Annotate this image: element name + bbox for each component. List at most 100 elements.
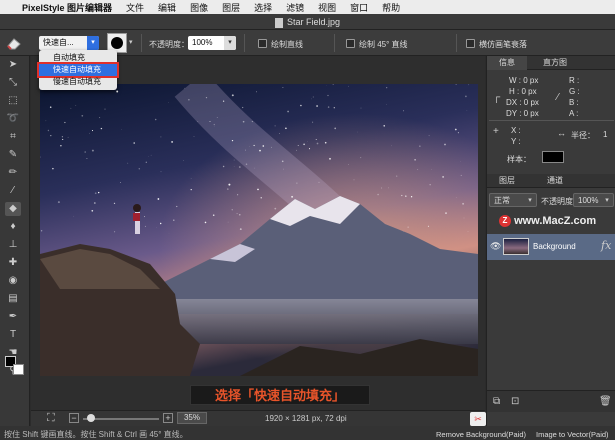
- layers-footer: ⧉ ⊡ 🗑: [487, 390, 615, 412]
- remove-background-icon[interactable]: ✂: [470, 412, 486, 426]
- redeye-tool-icon[interactable]: ◉: [5, 274, 21, 288]
- remove-background-button[interactable]: Remove Background(Paid): [436, 430, 526, 439]
- opacity-value: 100%: [192, 38, 213, 47]
- brush-menu-arrow-icon[interactable]: ▾: [129, 38, 133, 46]
- menu-view[interactable]: 视图: [318, 1, 336, 14]
- info-width: W : 0 px: [509, 76, 539, 85]
- shortcut-hint: 按住 Shift 键画直线。按住 Shift & Ctrl 画 45° 直线。: [4, 430, 188, 439]
- move-tool-icon[interactable]: ➤: [5, 58, 21, 72]
- zoom-out-icon[interactable]: −: [69, 413, 79, 423]
- lasso-tool-icon[interactable]: ➰: [5, 112, 21, 126]
- menu-edit[interactable]: 编辑: [158, 1, 176, 14]
- zoom-slider-knob[interactable]: [87, 414, 95, 422]
- pencil-tool-icon[interactable]: ✏: [5, 166, 21, 180]
- separator: [334, 34, 335, 52]
- divider: [489, 120, 614, 121]
- radius-arrow-icon: ↔: [557, 128, 566, 138]
- gradient-tool-icon[interactable]: ▤: [5, 292, 21, 306]
- info-r: R :: [569, 76, 580, 85]
- menu-file[interactable]: 文件: [126, 1, 144, 14]
- text-tool-icon[interactable]: T: [5, 328, 21, 342]
- chevron-down-icon: ▾: [224, 36, 236, 50]
- draw-line-label: 绘制直线: [271, 40, 303, 49]
- chevron-down-icon: ▾: [528, 197, 532, 204]
- trash-icon[interactable]: 🗑: [599, 396, 612, 407]
- blend-mode-dropdown[interactable]: 正常 ▾: [489, 193, 537, 207]
- fill-menu-item-auto[interactable]: 自动填充: [39, 52, 117, 64]
- pen-tool-icon[interactable]: ✒: [5, 310, 21, 324]
- new-layer-icon[interactable]: ⧉: [493, 396, 500, 407]
- info-b: B :: [569, 98, 579, 107]
- stamp-tool-icon[interactable]: ⊥: [5, 238, 21, 252]
- info-dy: DY : 0 px: [506, 109, 539, 118]
- tab-histogram[interactable]: 直方图: [533, 56, 577, 70]
- separator: [244, 34, 245, 52]
- zoom-value[interactable]: 35%: [177, 412, 207, 424]
- document-icon: [274, 17, 283, 28]
- tab-channels[interactable]: 通道: [533, 174, 577, 188]
- sample-label: 样本：: [507, 155, 531, 164]
- tilt-label: 横仿画笔衰落: [479, 40, 527, 49]
- layer-row-background[interactable]: 👁 Background fx: [487, 234, 615, 260]
- eyedropper-icon: ⁄: [557, 92, 559, 103]
- draw-45-checkbox[interactable]: [346, 39, 355, 48]
- rect-select-tool-icon[interactable]: ⬚: [5, 94, 21, 108]
- radius-label: 半径：: [571, 131, 595, 140]
- status-bar: ⛶ − + 35% 1920 × 1281 px, 72 dpi: [31, 410, 485, 426]
- background-color-swatch[interactable]: [13, 364, 24, 375]
- info-a: A :: [569, 109, 579, 118]
- tilt-checkbox[interactable]: [466, 39, 475, 48]
- fill-menu-item-slow-auto[interactable]: 慢速自动填充: [39, 76, 117, 88]
- fill-menu-item-fast-auto[interactable]: 快速自动填充: [37, 62, 119, 78]
- heal-tool-icon[interactable]: ✚: [5, 256, 21, 270]
- fx-icon[interactable]: fx: [601, 239, 611, 252]
- fit-screen-icon[interactable]: ⛶: [47, 412, 55, 425]
- blend-mode-value: 正常: [494, 196, 510, 205]
- opacity-input[interactable]: 100% ▾: [188, 36, 236, 50]
- eraser-tool-icon: [7, 38, 21, 50]
- watermark-text: www.MacZ.com: [514, 215, 597, 227]
- tab-layers[interactable]: 图层: [487, 174, 527, 188]
- image-to-vector-button[interactable]: Image to Vector(Paid): [536, 430, 609, 439]
- info-y: Y :: [511, 137, 521, 146]
- info-dx: DX : 0 px: [506, 98, 539, 107]
- brush-shape-icon: [111, 37, 123, 49]
- layer-opacity-value: 100%: [578, 196, 599, 205]
- info-x: X :: [511, 126, 521, 135]
- window-title-bar: Star Field.jpg: [0, 14, 615, 30]
- watermark: Z www.MacZ.com: [499, 212, 596, 230]
- right-panel: 信息 直方图 W : 0 px H : 0 px DX : 0 px DY : …: [486, 56, 615, 426]
- menu-window[interactable]: 窗口: [350, 1, 368, 14]
- menu-filter[interactable]: 滤镜: [286, 1, 304, 14]
- layers-tabs: 图层 通道: [487, 174, 615, 188]
- crop-tool-icon[interactable]: ⌗: [5, 130, 21, 144]
- transform-tool-icon[interactable]: ⤡: [5, 76, 21, 90]
- radius-value[interactable]: 1: [603, 130, 607, 139]
- dimension-icon: ┌: [493, 92, 501, 103]
- dropper-tool-icon[interactable]: ⁄: [5, 184, 21, 198]
- bucket-tool-icon[interactable]: ♦: [5, 220, 21, 234]
- duplicate-layer-icon[interactable]: ⊡: [511, 396, 519, 407]
- menu-select[interactable]: 选择: [254, 1, 272, 14]
- zoom-in-icon[interactable]: +: [163, 413, 173, 423]
- fill-mode-dropdown[interactable]: 快速自... ▾: [39, 36, 99, 50]
- eye-icon[interactable]: 👁: [490, 241, 501, 252]
- menu-layer[interactable]: 图层: [222, 1, 240, 14]
- star-field-photo: [40, 84, 478, 376]
- separator: [141, 34, 142, 52]
- tab-info[interactable]: 信息: [487, 56, 527, 70]
- draw-line-checkbox[interactable]: [258, 39, 267, 48]
- chevron-down-icon: ▾: [87, 36, 99, 50]
- menu-image[interactable]: 图像: [190, 1, 208, 14]
- sample-color-swatch: [542, 151, 564, 163]
- eraser-tool-icon[interactable]: ◆: [5, 202, 21, 216]
- fill-mode-value: 快速自...: [43, 38, 74, 47]
- brush-tool-icon[interactable]: ✎: [5, 148, 21, 162]
- info-height: H : 0 px: [509, 87, 537, 96]
- app-name-menu[interactable]: PixelStyle 图片编辑器: [22, 1, 112, 14]
- document-canvas[interactable]: [40, 84, 478, 376]
- layer-opacity-input[interactable]: 100% ▾: [573, 193, 614, 207]
- layer-thumbnail: [503, 238, 529, 255]
- menu-help[interactable]: 帮助: [382, 1, 400, 14]
- layer-name[interactable]: Background: [533, 242, 576, 251]
